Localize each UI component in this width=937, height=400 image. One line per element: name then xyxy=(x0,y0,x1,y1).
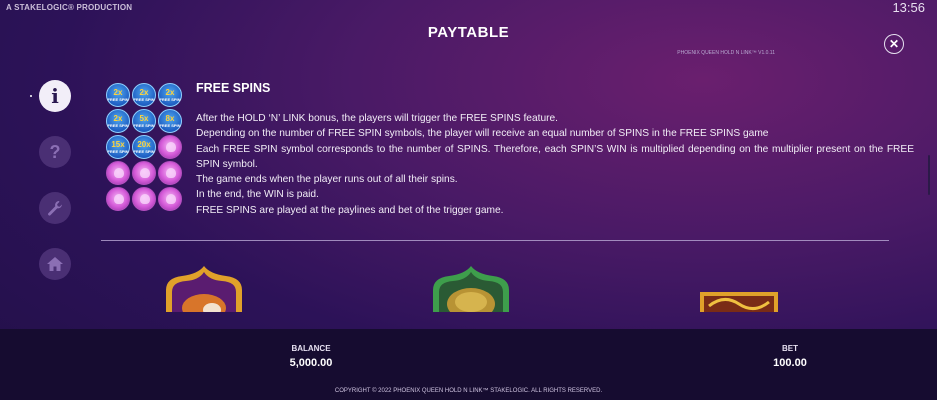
description-paragraph: Depending on the number of FREE SPIN sym… xyxy=(196,128,769,140)
page-title: PAYTABLE xyxy=(427,24,510,41)
clock: 13:56 xyxy=(892,0,925,15)
production-label: A STAKELOGIC® PRODUCTION xyxy=(6,3,133,12)
free-spin-coin: 2x FREE SPIN xyxy=(106,109,130,133)
version-label: PHOENIX QUEEN HOLD N LINK™ V1.0.11 xyxy=(677,50,775,56)
description-paragraph: After the HOLD ‘N’ LINK bonus, the playe… xyxy=(196,113,558,124)
home-button[interactable] xyxy=(39,248,71,280)
info-button[interactable]: i xyxy=(39,80,71,112)
lotus-symbol xyxy=(158,135,182,159)
coin-label: FREE SPIN xyxy=(107,96,129,102)
section-title: FREE SPINS xyxy=(196,81,271,95)
coin-multiplier: 5x xyxy=(139,113,149,123)
free-spin-coin: 8x FREE SPIN xyxy=(158,109,182,133)
coin-multiplier: 2x xyxy=(165,87,175,97)
help-button[interactable]: ? xyxy=(39,136,71,168)
scrollbar[interactable] xyxy=(928,155,930,195)
home-icon xyxy=(47,257,63,271)
coin-multiplier: 20x xyxy=(137,139,151,149)
description-paragraph: Each FREE SPIN symbol corresponds to the… xyxy=(196,143,914,170)
coin-label: FREE SPIN xyxy=(107,122,129,128)
bet-value: 100.00 xyxy=(773,357,807,369)
divider xyxy=(101,240,889,241)
description-paragraph: FREE SPINS are played at the paylines an… xyxy=(196,204,504,216)
lotus-symbol xyxy=(158,187,182,211)
coin-multiplier: 2x xyxy=(113,87,123,97)
active-indicator xyxy=(30,95,32,97)
coin-multiplier: 15x xyxy=(111,139,125,149)
lotus-symbol xyxy=(106,161,130,185)
coin-label: FREE SPIN xyxy=(133,148,155,154)
settings-button[interactable] xyxy=(39,192,71,224)
lotus-symbol xyxy=(106,187,130,211)
coin-label: FREE SPIN xyxy=(159,96,181,102)
lotus-symbol xyxy=(132,187,156,211)
copyright: COPYRIGHT © 2022 PHOENIX QUEEN HOLD N LI… xyxy=(334,388,603,394)
lotus-symbol xyxy=(158,161,182,185)
description-paragraph: The game ends when the player runs out o… xyxy=(196,174,458,186)
free-spin-coin: 2x FREE SPIN xyxy=(132,83,156,107)
free-spin-coin: 2x FREE SPIN xyxy=(106,83,130,107)
close-button[interactable]: ✕ xyxy=(884,34,904,54)
wrench-icon xyxy=(48,201,62,216)
description: After the HOLD ‘N’ LINK bonus, the playe… xyxy=(196,111,914,218)
queen-symbol xyxy=(166,266,242,312)
coin-multiplier: 2x xyxy=(139,87,149,97)
coin-label: FREE SPIN xyxy=(107,148,129,154)
bet-label: BET xyxy=(782,344,798,353)
help-icon: ? xyxy=(49,141,61,162)
coin-multiplier: 2x xyxy=(113,113,123,123)
free-spin-coin: 2x FREE SPIN xyxy=(158,83,182,107)
balance-label: BALANCE xyxy=(291,344,331,353)
coin-label: FREE SPIN xyxy=(133,122,155,128)
free-spin-coin: 15x FREE SPIN xyxy=(106,135,130,159)
coin-label: FREE SPIN xyxy=(159,122,181,128)
coin-label: FREE SPIN xyxy=(133,96,155,102)
balance-value: 5,000.00 xyxy=(289,357,333,369)
description-paragraph: In the end, the WIN is paid. xyxy=(196,189,319,201)
ornament-symbol xyxy=(700,292,778,312)
lotus-symbol xyxy=(132,161,156,185)
close-icon: ✕ xyxy=(888,37,900,51)
info-icon: i xyxy=(51,84,59,108)
free-spin-coin: 5x FREE SPIN xyxy=(132,109,156,133)
treasure-symbol xyxy=(433,266,509,312)
coin-multiplier: 8x xyxy=(165,113,175,123)
free-spin-coin: 20x FREE SPIN xyxy=(132,135,156,159)
free-spin-symbol-grid: 2x FREE SPIN 2x FREE SPIN 2x FREE SPIN 2x FREE … xyxy=(106,83,182,211)
